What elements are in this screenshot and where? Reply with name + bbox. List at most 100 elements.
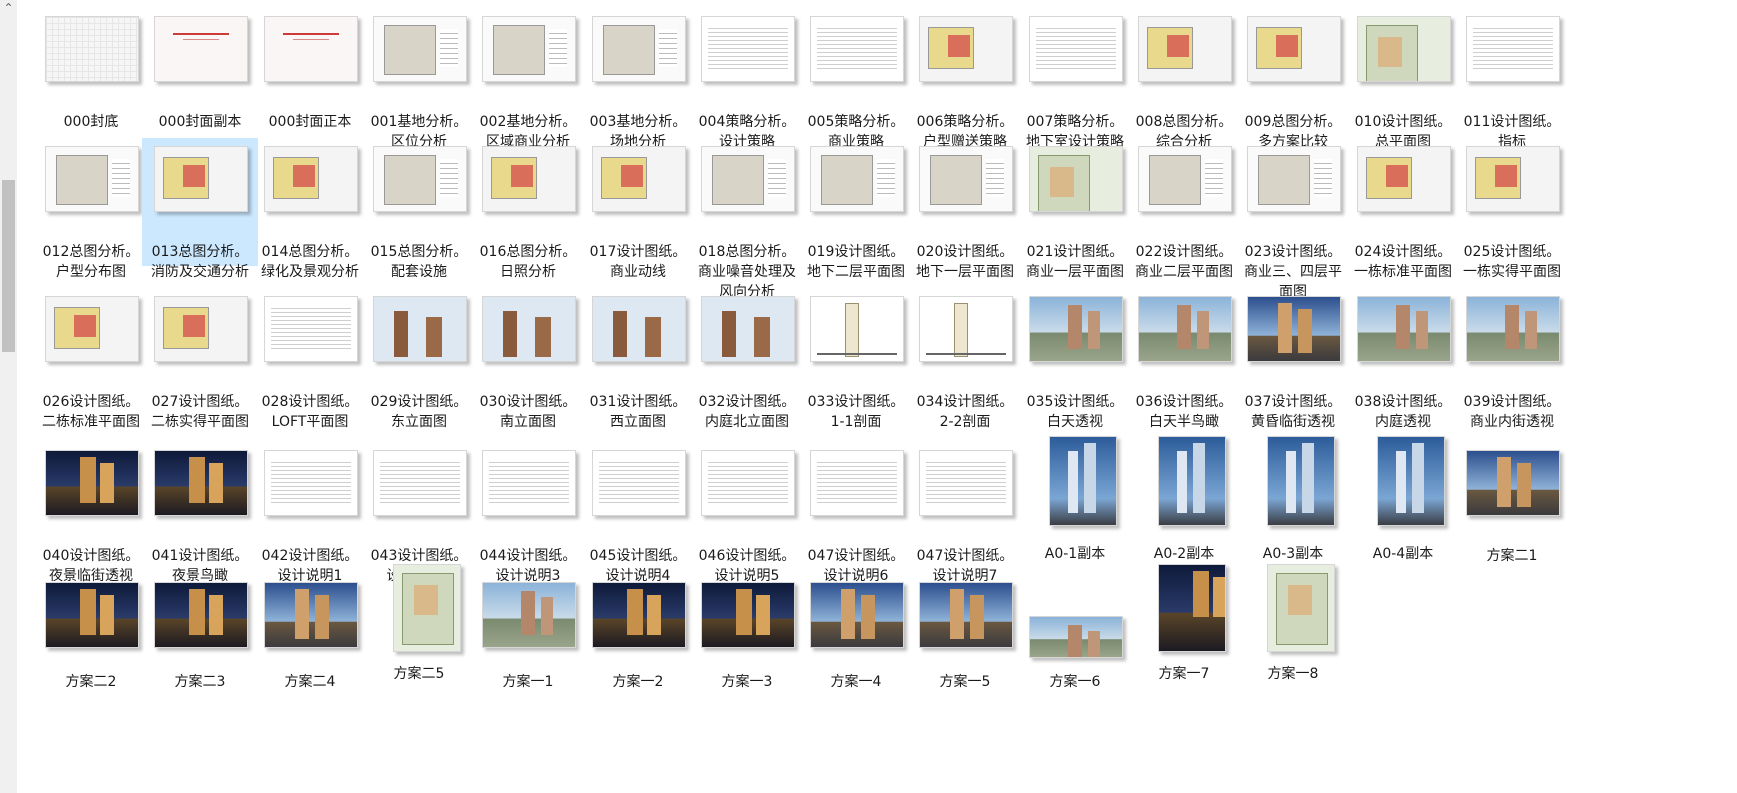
thumbnail-area: [142, 442, 258, 546]
vertical-scrollbar[interactable]: ⌃: [0, 0, 17, 793]
file-item[interactable]: 000封面副本: [142, 8, 258, 132]
file-thumbnail: [482, 450, 576, 516]
file-item[interactable]: 042设计图纸。设计说明1: [252, 442, 368, 586]
file-item[interactable]: 037设计图纸。黄昏临街透视: [1235, 288, 1351, 432]
file-item[interactable]: 025设计图纸。一栋实得平面图: [1454, 138, 1570, 282]
file-item[interactable]: 方案二2: [33, 574, 149, 692]
file-name: 000封面副本: [158, 114, 242, 130]
file-name: 034设计图纸。2-2剖面: [916, 394, 1014, 430]
file-item[interactable]: 029设计图纸。东立面图: [361, 288, 477, 432]
thumbnail-area: [1126, 564, 1242, 670]
file-item[interactable]: 032设计图纸。内庭北立面图: [689, 288, 805, 432]
file-name: 000封底: [63, 114, 119, 130]
file-thumbnail: [1267, 436, 1335, 526]
file-name: 017设计图纸。商业动线: [589, 244, 687, 280]
file-item[interactable]: 000封底: [33, 8, 149, 132]
file-item[interactable]: 方案一2: [580, 574, 696, 692]
file-item[interactable]: A0-4副本: [1345, 436, 1461, 564]
file-item[interactable]: 044设计图纸。设计说明3: [470, 442, 586, 586]
file-item[interactable]: 方案一1: [470, 574, 586, 692]
file-name: 022设计图纸。商业二层平面图: [1135, 244, 1233, 280]
file-item[interactable]: 006策略分析。户型赠送策略: [907, 8, 1023, 152]
thumbnail-area: [33, 138, 149, 242]
file-item[interactable]: 014总图分析。绿化及景观分析: [252, 138, 368, 282]
file-item[interactable]: 035设计图纸。白天透视: [1017, 288, 1133, 432]
file-item[interactable]: 方案二3: [142, 574, 258, 692]
file-item[interactable]: 026设计图纸。二栋标准平面图: [33, 288, 149, 432]
file-item[interactable]: 020设计图纸。地下一层平面图: [907, 138, 1023, 282]
file-item[interactable]: 010设计图纸。总平面图: [1345, 8, 1461, 152]
file-item[interactable]: 方案二1: [1454, 442, 1570, 566]
file-item[interactable]: 047设计图纸。设计说明7: [907, 442, 1023, 586]
file-item[interactable]: 018总图分析。商业噪音处理及风向分析: [689, 138, 805, 302]
file-item[interactable]: 036设计图纸。白天半鸟瞰: [1126, 288, 1242, 432]
thumbnail-area: [33, 442, 149, 546]
file-item[interactable]: A0-2副本: [1126, 436, 1242, 564]
file-item[interactable]: 方案二4: [252, 574, 368, 692]
file-item[interactable]: A0-3副本: [1235, 436, 1351, 564]
thumbnail-area: [1017, 436, 1133, 546]
file-item[interactable]: 019设计图纸。地下二层平面图: [798, 138, 914, 282]
file-item[interactable]: 016总图分析。日照分析: [470, 138, 586, 282]
file-thumbnail: [1247, 296, 1341, 362]
thumbnail-area: [1126, 288, 1242, 392]
file-item[interactable]: 方案一3: [689, 574, 805, 692]
file-item[interactable]: 007策略分析。地下室设计策略: [1017, 8, 1133, 152]
file-item[interactable]: 001基地分析。区位分析: [361, 8, 477, 152]
scrollbar-thumb[interactable]: [2, 180, 15, 352]
file-item[interactable]: 047设计图纸。设计说明6: [798, 442, 914, 586]
file-item[interactable]: 017设计图纸。商业动线: [580, 138, 696, 282]
file-item[interactable]: 023设计图纸。商业三、四层平面图: [1235, 138, 1351, 302]
file-item[interactable]: 031设计图纸。西立面图: [580, 288, 696, 432]
file-item[interactable]: 040设计图纸。夜景临街透视: [33, 442, 149, 586]
file-item[interactable]: 041设计图纸。夜景鸟瞰: [142, 442, 258, 586]
file-item[interactable]: 方案一6: [1017, 574, 1133, 692]
file-item[interactable]: 011设计图纸。指标: [1454, 8, 1570, 152]
thumbnail-area: [689, 8, 805, 112]
file-name: 031设计图纸。西立面图: [589, 394, 687, 430]
file-name: 039设计图纸。商业内街透视: [1463, 394, 1561, 430]
file-thumbnail: [154, 296, 248, 362]
file-thumbnail: [1158, 564, 1226, 652]
file-item[interactable]: 013总图分析。消防及交通分析: [142, 138, 258, 280]
file-item[interactable]: 022设计图纸。商业二层平面图: [1126, 138, 1242, 282]
file-item[interactable]: 027设计图纸。二栋实得平面图: [142, 288, 258, 432]
file-thumbnail: [919, 146, 1013, 212]
file-item[interactable]: 024设计图纸。一栋标准平面图: [1345, 138, 1461, 282]
file-item[interactable]: 000封面正本: [252, 8, 368, 132]
file-item[interactable]: 015总图分析。配套设施: [361, 138, 477, 282]
file-thumbnail: [482, 582, 576, 648]
file-thumbnail: [373, 146, 467, 212]
file-item[interactable]: 012总图分析。户型分布图: [33, 138, 149, 282]
file-item[interactable]: 033设计图纸。1-1剖面: [798, 288, 914, 432]
thumbnail-area: [1235, 564, 1351, 670]
chevron-up-icon[interactable]: ⌃: [0, 0, 17, 17]
file-item[interactable]: 038设计图纸。内庭透视: [1345, 288, 1461, 432]
thumbnail-area: [470, 442, 586, 546]
thumbnail-area: [1235, 288, 1351, 392]
file-thumbnail: [810, 450, 904, 516]
file-item[interactable]: 021设计图纸。商业一层平面图: [1017, 138, 1133, 282]
file-item[interactable]: 方案一4: [798, 574, 914, 692]
file-thumbnail: [592, 450, 686, 516]
file-item[interactable]: 009总图分析。多方案比较: [1235, 8, 1351, 152]
file-item[interactable]: 方案一7: [1126, 564, 1242, 684]
file-item[interactable]: 028设计图纸。LOFT平面图: [252, 288, 368, 432]
thumbnail-area: [470, 574, 586, 678]
file-item[interactable]: 034设计图纸。2-2剖面: [907, 288, 1023, 432]
file-item[interactable]: 方案一5: [907, 574, 1023, 692]
file-item[interactable]: 039设计图纸。商业内街透视: [1454, 288, 1570, 432]
file-item[interactable]: 002基地分析。区域商业分析: [470, 8, 586, 152]
file-item[interactable]: 003基地分析。场地分析: [580, 8, 696, 152]
file-item[interactable]: A0-1副本: [1017, 436, 1133, 564]
file-item[interactable]: 005策略分析。商业策略: [798, 8, 914, 152]
file-thumbnail: [482, 16, 576, 82]
file-item[interactable]: 004策略分析。设计策略: [689, 8, 805, 152]
file-item[interactable]: 方案二5: [361, 564, 477, 684]
file-item[interactable]: 045设计图纸。设计说明4: [580, 442, 696, 586]
file-item[interactable]: 008总图分析。综合分析: [1126, 8, 1242, 152]
file-thumbnail: [1466, 16, 1560, 82]
file-item[interactable]: 046设计图纸。设计说明5: [689, 442, 805, 586]
file-item[interactable]: 方案一8: [1235, 564, 1351, 684]
file-item[interactable]: 030设计图纸。南立面图: [470, 288, 586, 432]
